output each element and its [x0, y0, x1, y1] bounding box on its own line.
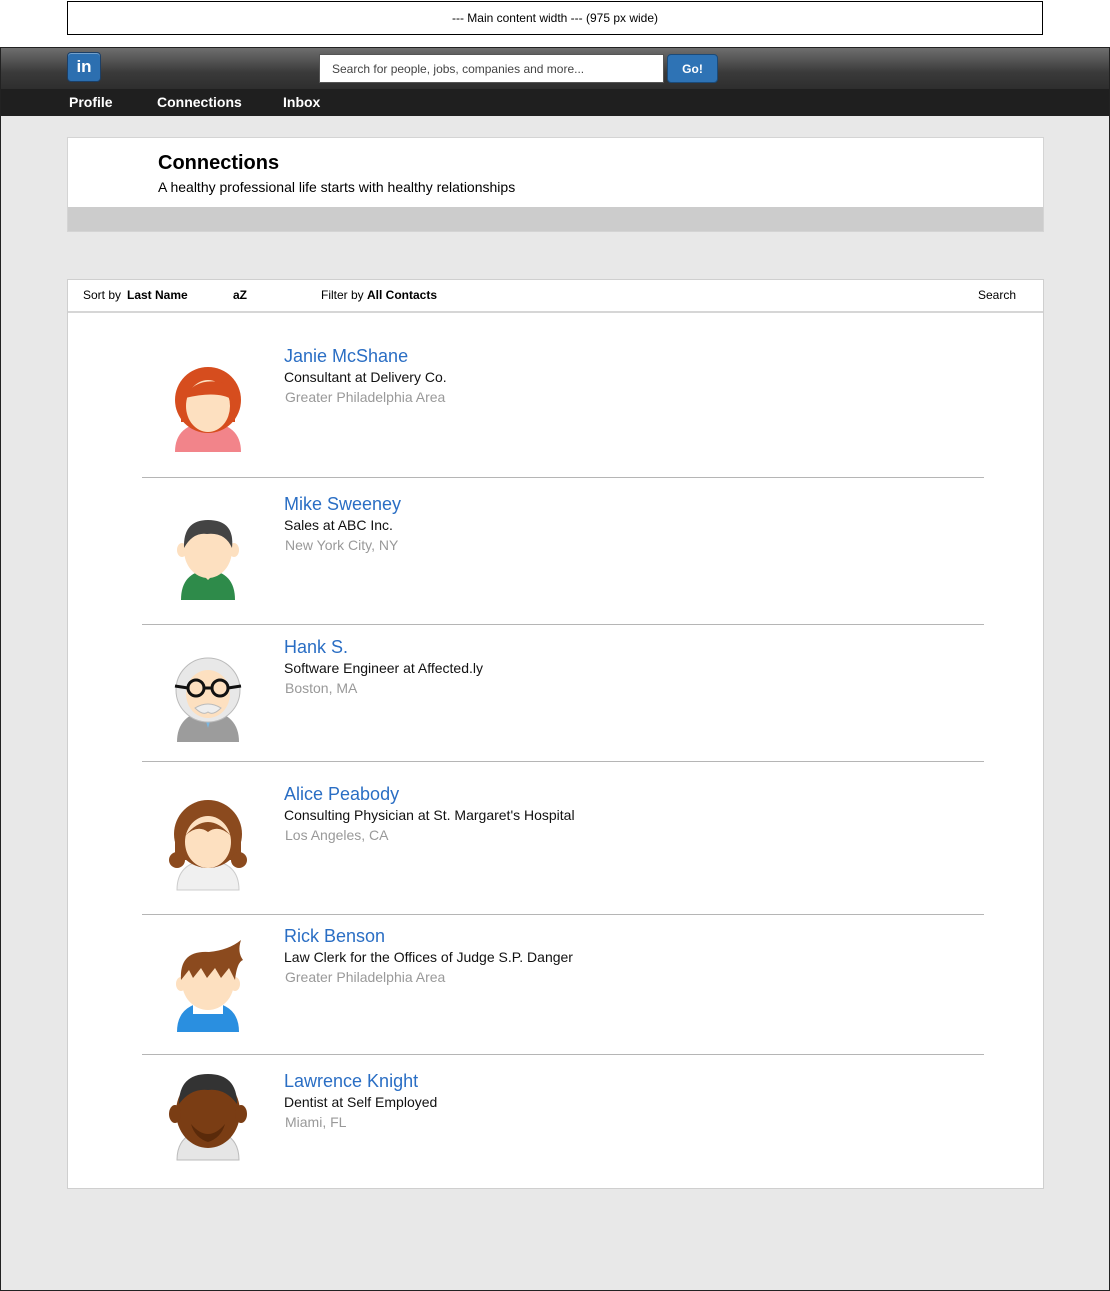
sort-dropdown[interactable]: Last Name — [127, 288, 188, 302]
contact-name[interactable]: Alice Peabody — [284, 784, 399, 805]
contact-location: Miami, FL — [285, 1114, 347, 1130]
header-band — [68, 207, 1043, 231]
main-nav: Profile Connections Inbox — [1, 89, 1109, 116]
bearded-man-avatar-icon — [169, 1074, 247, 1161]
divider — [142, 1054, 984, 1055]
nav-item-profile[interactable]: Profile — [69, 89, 113, 116]
search-input[interactable] — [319, 54, 664, 83]
page-title: Connections — [158, 152, 280, 174]
top-bar: in Go! — [1, 48, 1109, 89]
contact-title: Consulting Physician at St. Margaret's H… — [284, 807, 575, 823]
contact-name[interactable]: Rick Benson — [284, 926, 385, 947]
red-haired-woman-avatar-icon — [175, 367, 241, 452]
connections-list: Sort by Last Name aZ Filter by All Conta… — [67, 279, 1044, 1189]
contact-location: Boston, MA — [285, 680, 358, 696]
contact-location: Los Angeles, CA — [285, 827, 389, 843]
nav-item-connections[interactable]: Connections — [157, 89, 242, 116]
linkedin-logo-icon[interactable]: in — [67, 52, 101, 82]
contact-location: Greater Philadelphia Area — [285, 389, 446, 405]
filter-dropdown[interactable]: All Contacts — [367, 288, 437, 302]
divider — [142, 477, 984, 478]
contact-title: Consultant at Delivery Co. — [284, 369, 447, 385]
list-toolbar: Sort by Last Name aZ Filter by All Conta… — [68, 280, 1043, 313]
app-frame: in Go! Profile Connections Inbox Connect… — [0, 47, 1110, 1291]
go-button[interactable]: Go! — [667, 54, 718, 83]
filter-value: All Contacts — [367, 288, 438, 302]
contact-title: Software Engineer at Affected.ly — [284, 660, 483, 676]
main-content-width-note: --- Main content width --- (975 px wide) — [67, 1, 1043, 35]
contact-location: Greater Philadelphia Area — [285, 969, 446, 985]
sort-order-toggle[interactable]: aZ — [233, 288, 247, 302]
sort-order: aZ — [233, 288, 248, 302]
filter-label: Filter by — [321, 288, 364, 302]
sort-label: Sort by — [83, 288, 122, 302]
divider — [142, 914, 984, 915]
page-header: Connections A healthy professional life … — [67, 137, 1044, 232]
nav-item-inbox[interactable]: Inbox — [283, 89, 320, 116]
sort-value: Last Name — [127, 288, 188, 302]
brown-haired-boy-avatar-icon — [176, 940, 243, 1032]
divider — [142, 624, 984, 625]
contact-name[interactable]: Lawrence Knight — [284, 1071, 418, 1092]
list-search-button[interactable]: Search — [978, 288, 1016, 302]
contact-name[interactable]: Hank S. — [284, 637, 348, 658]
contact-title: Sales at ABC Inc. — [284, 517, 393, 533]
old-man-glasses-avatar-icon — [174, 657, 242, 742]
contact-location: New York City, NY — [285, 537, 399, 553]
contact-title: Law Clerk for the Offices of Judge S.P. … — [284, 949, 573, 965]
contact-title: Dentist at Self Employed — [284, 1094, 438, 1110]
contact-name[interactable]: Janie McShane — [284, 346, 408, 367]
contact-name[interactable]: Mike Sweeney — [284, 494, 401, 515]
dark-haired-man-avatar-icon — [177, 520, 239, 600]
page-subtitle: A healthy professional life starts with … — [158, 179, 516, 195]
brown-haired-woman-avatar-icon — [169, 800, 247, 891]
divider — [142, 761, 984, 762]
